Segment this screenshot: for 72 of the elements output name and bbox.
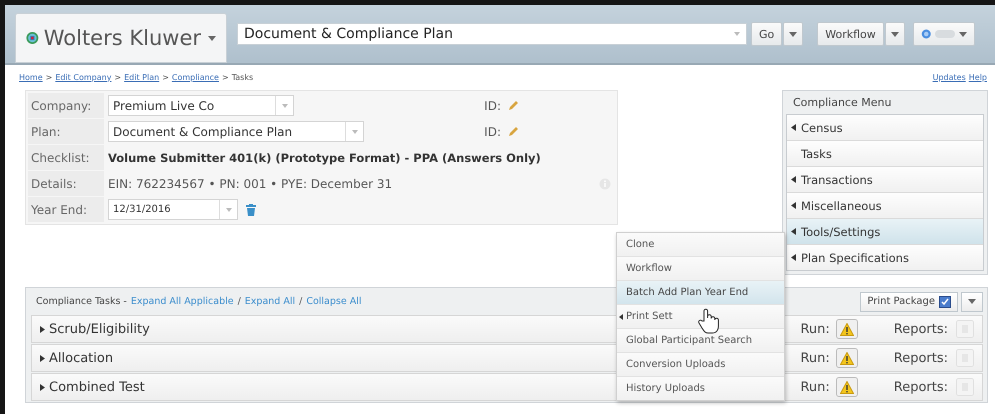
breadcrumb-current: Tasks [232,72,254,82]
expand-icon [40,384,45,390]
expand-icon [40,326,45,332]
header-link[interactable]: Help [968,72,987,82]
panel-title: Compliance Tasks - [36,296,127,307]
workflow-button[interactable]: Workflow [817,22,884,46]
breadcrumb-separator: > [46,72,52,82]
menu-item[interactable]: Tools/Settings [787,218,983,244]
reports-label: Reports: [894,350,948,366]
breadcrumb-separator: > [222,72,229,82]
field-label: Plan: [28,119,104,144]
plan-details: EIN: 762234567 • PN: 001 • PYE: December 31 [108,176,392,190]
menu-item[interactable]: Clone [617,233,784,256]
search-field[interactable]: Document & Compliance Plan [237,23,747,45]
breadcrumb-separator: > [114,72,122,82]
menu-item[interactable]: Global Participant Search [617,328,784,352]
breadcrumb-link[interactable]: Edit Plan [124,72,160,82]
link-separator: / [238,296,241,307]
id-label: ID: [484,98,501,112]
dropdown-button[interactable] [961,292,983,312]
id-label: ID: [484,124,501,138]
menu-item[interactable]: Census [787,115,983,140]
menu-item[interactable]: Transactions [787,166,983,192]
menu-item[interactable]: Print Sett [617,304,784,328]
trash-icon[interactable] [246,204,256,216]
caret-icon [734,32,740,36]
task-name: Allocation [49,350,114,366]
checkbox-icon [939,296,951,308]
task-name: Scrub/Eligibility [49,322,150,336]
select-field[interactable]: Premium Live Co [108,95,294,116]
warning-button[interactable] [836,377,858,397]
breadcrumb-link[interactable]: Edit Company [55,72,112,82]
globe-icon [920,27,932,41]
menu-item[interactable]: Tasks [787,140,983,166]
menu-item[interactable]: Batch Add Plan Year End [617,280,784,304]
field-label: Year End: [28,197,104,222]
field-label: Company: [28,93,104,118]
pencil-icon[interactable] [507,126,519,138]
select-field[interactable]: Document & Compliance Plan [108,121,364,142]
field-label: Checklist: [28,145,104,170]
expand-icon [40,354,45,362]
run-label: Run: [800,350,830,366]
run-label: Run: [800,322,830,336]
menu-item[interactable]: Miscellaneous [787,192,983,218]
panel-title: Compliance Menu [792,95,892,111]
hand-cursor-icon [698,308,720,334]
breadcrumb-separator: > [162,72,169,82]
warning-button[interactable] [836,348,858,368]
menu-item[interactable]: Conversion Uploads [617,352,784,376]
user-menu-button[interactable] [912,22,975,46]
year-end-select[interactable]: 12/31/2016 [108,199,238,220]
caret-icon [208,36,216,40]
print-package-button[interactable]: Print Package [860,292,958,312]
go-button[interactable]: Go [751,22,782,46]
reports-label: Reports: [894,322,948,336]
brand-button[interactable]: Wolters Kluwer [15,13,227,63]
menu-item[interactable]: History Uploads [617,376,784,400]
pencil-icon[interactable] [507,100,519,112]
reports-label: Reports: [894,380,948,394]
field-label: Details: [28,171,104,196]
header-link[interactable]: Updates [932,72,966,82]
dropdown-button[interactable] [783,22,804,46]
menu-item[interactable]: Workflow [617,256,784,280]
link-separator: / [299,296,302,307]
warning-button[interactable] [836,319,858,339]
checklist-name: Volume Submitter 401(k) (Prototype Format) - PPA (Answers Only) [108,150,541,164]
menu-item[interactable]: Plan Specifications [787,244,983,270]
dropdown-button[interactable] [884,22,905,46]
task-name: Combined Test [49,380,145,394]
breadcrumb-link[interactable]: Home [19,72,43,82]
breadcrumb-link[interactable]: Compliance [172,72,219,82]
run-label: Run: [800,380,830,394]
